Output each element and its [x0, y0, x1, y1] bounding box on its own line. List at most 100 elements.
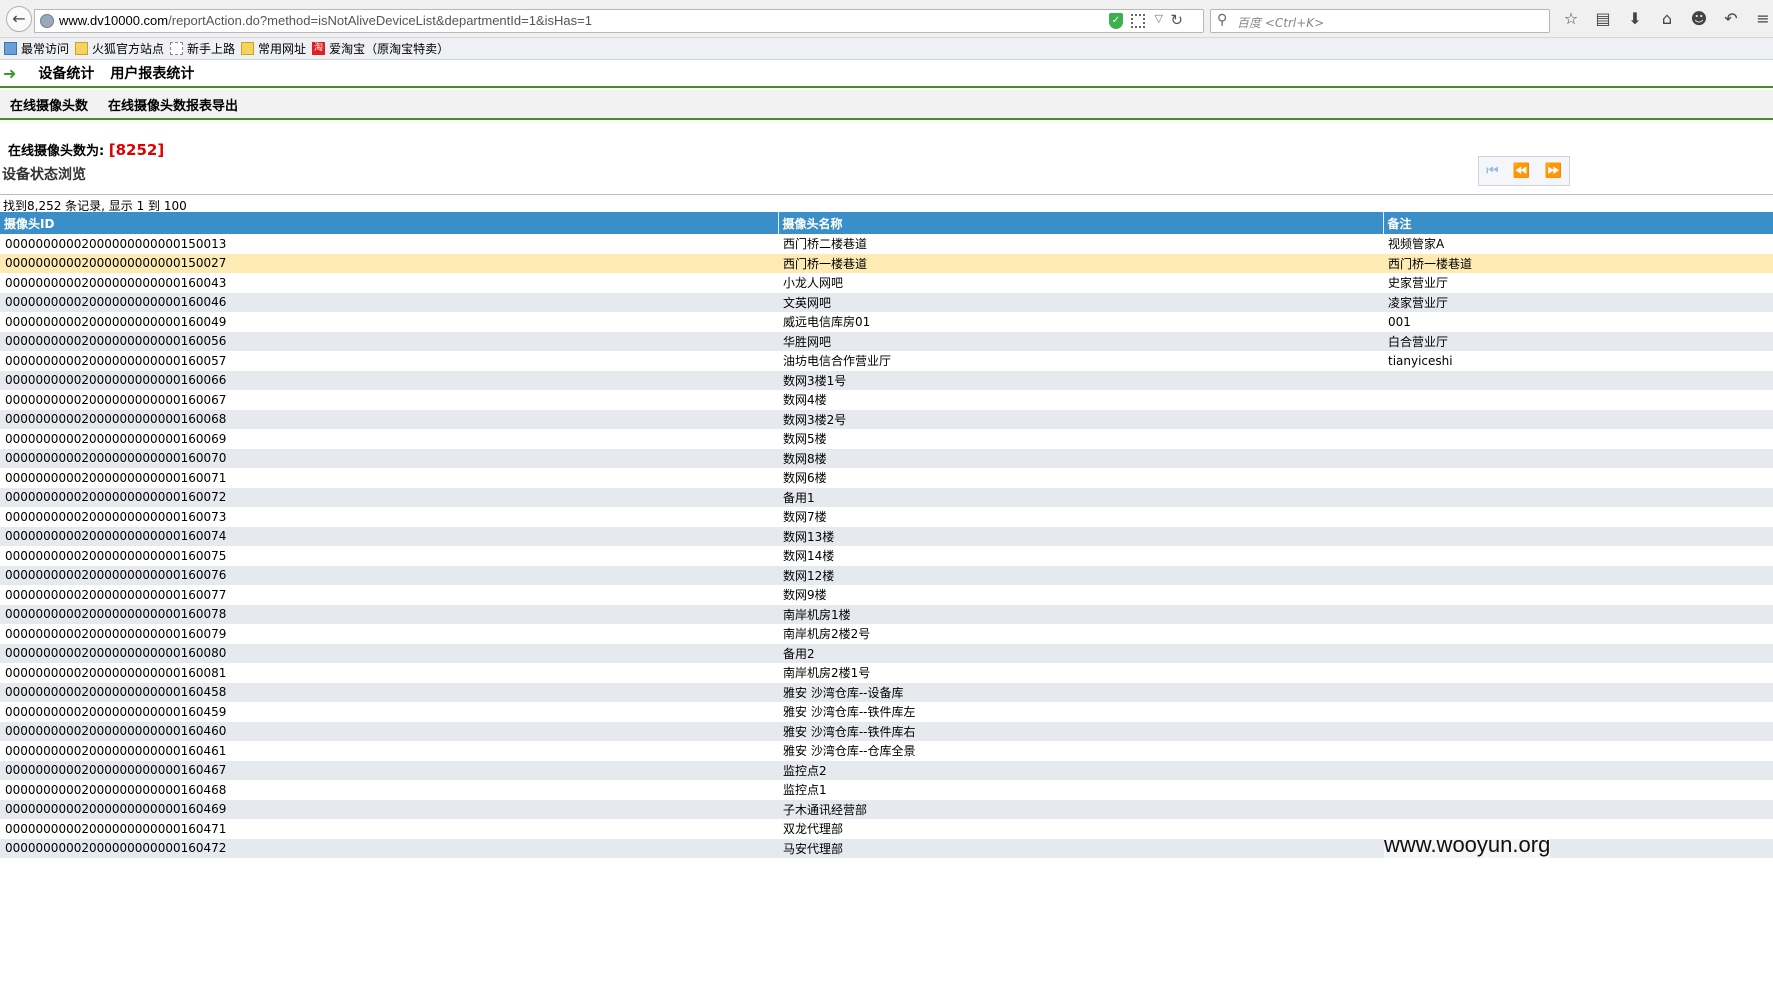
cell-camera-id: 00000000002000000000000160076 — [0, 565, 778, 585]
cell-camera-id: 00000000002000000000000150013 — [0, 234, 778, 254]
toolbar-icons: ☆ ▤ ⬇ ⌂ ☻ ↶ ≡ — [1560, 8, 1773, 32]
nav-user-report-stats[interactable]: 用户报表统计 — [110, 63, 194, 83]
table-row[interactable]: 00000000002000000000000160049 威远电信库房01 001 — [0, 312, 1773, 332]
cell-camera-name: 数网6楼 — [778, 468, 1383, 488]
green-arrow-icon: ➜ — [3, 63, 17, 83]
table-row[interactable]: 00000000002000000000000160077 数网9楼 — [0, 585, 1773, 605]
cell-remark — [1383, 390, 1773, 410]
first-page-icon[interactable]: ⏮ — [1486, 163, 1499, 179]
summary-label: 在线摄像头数为: — [8, 144, 105, 159]
bookmark-star-icon[interactable]: ☆ — [1560, 8, 1582, 30]
cell-camera-id: 00000000002000000000000160067 — [0, 390, 778, 410]
reading-list-icon[interactable]: ▤ — [1592, 8, 1614, 30]
table-row[interactable]: 00000000002000000000000160460 雅安 沙湾仓库--铁件… — [0, 721, 1773, 741]
header-camera-name[interactable]: 摄像头名称 — [778, 212, 1384, 234]
cell-camera-name: 南岸机房2楼2号 — [778, 624, 1383, 644]
cell-camera-name: 马安代理部 — [778, 838, 1383, 858]
dropdown-arrow-icon[interactable]: ▽ — [1155, 12, 1163, 25]
cell-camera-id: 00000000002000000000000160070 — [0, 448, 778, 468]
cell-camera-name: 文英网吧 — [778, 292, 1383, 312]
table-row[interactable]: 00000000002000000000000160074 数网13楼 — [0, 526, 1773, 546]
reload-icon[interactable]: ↻ — [1170, 11, 1183, 29]
nav-device-stats[interactable]: 设备统计 — [38, 63, 94, 83]
bookmark-frequent[interactable]: 最常访问 — [4, 40, 69, 57]
cell-camera-name: 数网14楼 — [778, 546, 1383, 566]
bookmark-common-sites[interactable]: 常用网址 — [241, 40, 306, 57]
header-camera-id[interactable]: 摄像头ID — [0, 212, 779, 234]
chat-icon[interactable]: ☻ — [1688, 8, 1710, 30]
search-bar[interactable]: ⚲ 百度 <Ctrl+K> — [1210, 9, 1550, 33]
table-row[interactable]: 00000000002000000000000160070 数网8楼 — [0, 448, 1773, 468]
table-row[interactable]: 00000000002000000000000160075 数网14楼 — [0, 546, 1773, 566]
table-row[interactable]: 00000000002000000000000160043 小龙人网吧 史家营业厅 — [0, 273, 1773, 293]
cell-camera-id: 00000000002000000000000160458 — [0, 682, 778, 702]
table-row[interactable]: 00000000002000000000000160071 数网6楼 — [0, 468, 1773, 488]
cell-camera-id: 00000000002000000000000150027 — [0, 253, 778, 273]
table-row[interactable]: 00000000002000000000000160067 数网4楼 — [0, 390, 1773, 410]
cell-camera-id: 00000000002000000000000160461 — [0, 741, 778, 761]
table-row[interactable]: 00000000002000000000000160056 华胜网吧 白合营业厅 — [0, 331, 1773, 351]
cell-camera-name: 数网4楼 — [778, 390, 1383, 410]
cell-remark — [1383, 604, 1773, 624]
table-row[interactable]: 00000000002000000000000150013 西门桥二楼巷道 视频管家… — [0, 234, 1773, 254]
cell-camera-id: 00000000002000000000000160080 — [0, 643, 778, 663]
table-row[interactable]: 00000000002000000000000160057 油坊电信合作营业厅 ti… — [0, 351, 1773, 371]
nav-online-camera-export[interactable]: 在线摄像头数报表导出 — [108, 95, 238, 114]
cell-camera-name: 南岸机房1楼 — [778, 604, 1383, 624]
download-icon[interactable]: ⬇ — [1624, 8, 1646, 30]
frequent-icon — [4, 42, 17, 55]
table-row[interactable]: 00000000002000000000000160469 子木通讯经营部 — [0, 799, 1773, 819]
menu-icon[interactable]: ≡ — [1752, 8, 1773, 30]
table-row[interactable]: 00000000002000000000000160078 南岸机房1楼 — [0, 604, 1773, 624]
qr-code-icon[interactable] — [1131, 14, 1145, 28]
table-row[interactable]: 00000000002000000000000160459 雅安 沙湾仓库--铁件… — [0, 702, 1773, 722]
table-row[interactable]: 00000000002000000000000160069 数网5楼 — [0, 429, 1773, 449]
cell-camera-name: 双龙代理部 — [778, 819, 1383, 839]
search-placeholder: 百度 <Ctrl+K> — [1237, 16, 1325, 30]
summary-value: [8252] — [108, 141, 165, 159]
address-bar[interactable]: www.dv10000.com/reportAction.do?method=i… — [34, 9, 1204, 33]
cell-camera-name: 雅安 沙湾仓库--设备库 — [778, 682, 1383, 702]
table-row[interactable]: 00000000002000000000000160458 雅安 沙湾仓库--设备… — [0, 682, 1773, 702]
table-row[interactable]: 00000000002000000000000160076 数网12楼 — [0, 565, 1773, 585]
cell-camera-id: 00000000002000000000000160468 — [0, 780, 778, 800]
next-page-icon[interactable]: ⏩ — [1544, 163, 1561, 179]
url-text[interactable]: www.dv10000.com/reportAction.do?method=i… — [59, 13, 592, 28]
table-row[interactable]: 00000000002000000000000160072 备用1 — [0, 487, 1773, 507]
table-row[interactable]: 00000000002000000000000160066 数网3楼1号 — [0, 370, 1773, 390]
table-row[interactable]: 00000000002000000000000160073 数网7楼 — [0, 507, 1773, 527]
table-row[interactable]: 00000000002000000000000160081 南岸机房2楼1号 — [0, 663, 1773, 683]
bookmark-firefox-site[interactable]: 火狐官方站点 — [75, 40, 164, 57]
bookmark-getting-started[interactable]: 新手上路 — [170, 40, 235, 57]
cell-remark: 凌家营业厅 — [1383, 292, 1773, 312]
table-row[interactable]: 00000000002000000000000160079 南岸机房2楼2号 — [0, 624, 1773, 644]
table-row[interactable]: 00000000002000000000000160467 监控点2 — [0, 760, 1773, 780]
previous-page-icon[interactable]: ⏪ — [1513, 163, 1530, 179]
cell-camera-name: 小龙人网吧 — [778, 273, 1383, 293]
home-icon[interactable]: ⌂ — [1656, 8, 1678, 30]
bookmark-taobao[interactable]: 淘爱淘宝（原淘宝特卖） — [312, 40, 449, 57]
back-arrow-icon[interactable]: ← — [6, 6, 32, 32]
table-row[interactable]: 00000000002000000000000160461 雅安 沙湾仓库--仓库… — [0, 741, 1773, 761]
cell-camera-name: 数网9楼 — [778, 585, 1383, 605]
header-remark[interactable]: 备注 — [1383, 212, 1773, 234]
table-row[interactable]: 00000000002000000000000150027 西门桥一楼巷道 西门桥一… — [0, 253, 1773, 273]
cell-remark — [1383, 565, 1773, 585]
undo-icon[interactable]: ↶ — [1720, 8, 1742, 30]
nav-online-camera-count[interactable]: 在线摄像头数 — [10, 95, 88, 114]
section-title: 设备状态浏览 — [2, 167, 86, 183]
table-row[interactable]: 00000000002000000000000160080 备用2 — [0, 643, 1773, 663]
table-row[interactable]: 00000000002000000000000160046 文英网吧 凌家营业厅 — [0, 292, 1773, 312]
cell-camera-id: 00000000002000000000000160069 — [0, 429, 778, 449]
cell-camera-name: 数网13楼 — [778, 526, 1383, 546]
cell-remark — [1383, 409, 1773, 429]
table-row[interactable]: 00000000002000000000000160468 监控点1 — [0, 780, 1773, 800]
record-count-text: 找到8,252 条记录, 显示 1 到 100 — [0, 194, 1773, 213]
cell-camera-id: 00000000002000000000000160077 — [0, 585, 778, 605]
table-row[interactable]: 00000000002000000000000160068 数网3楼2号 — [0, 409, 1773, 429]
secondary-nav: 在线摄像头数 在线摄像头数报表导出 — [0, 90, 1773, 120]
shield-icon[interactable]: ✓ — [1109, 13, 1123, 29]
cell-remark: 史家营业厅 — [1383, 273, 1773, 293]
cell-remark — [1383, 546, 1773, 566]
cell-remark — [1383, 663, 1773, 683]
